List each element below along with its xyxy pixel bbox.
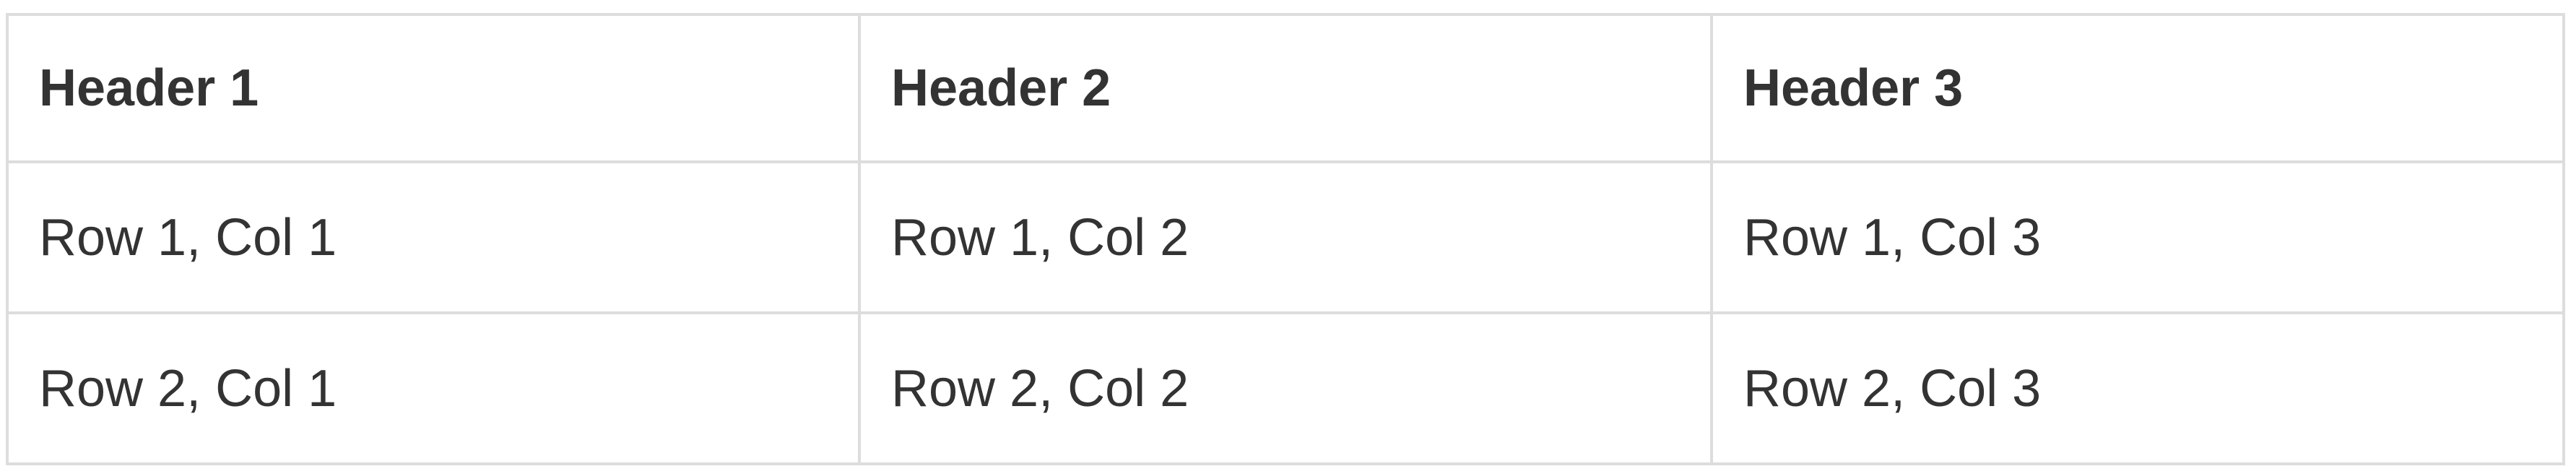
header-cell-1: Header 1	[6, 13, 861, 163]
table-body: Row 1, Col 1 Row 1, Col 2 Row 1, Col 3 R…	[6, 160, 2565, 465]
table-cell: Row 1, Col 2	[858, 160, 1713, 314]
table-row: Row 1, Col 1 Row 1, Col 2 Row 1, Col 3	[6, 160, 2565, 314]
header-row: Header 1 Header 2 Header 3	[6, 13, 2565, 163]
header-cell-2: Header 2	[858, 13, 1713, 163]
table-cell: Row 2, Col 3	[1710, 311, 2565, 465]
table-cell: Row 2, Col 1	[6, 311, 861, 465]
table-cell: Row 1, Col 3	[1710, 160, 2565, 314]
table-row: Row 2, Col 1 Row 2, Col 2 Row 2, Col 3	[6, 311, 2565, 465]
data-table: Header 1 Header 2 Header 3 Row 1, Col 1 …	[6, 13, 2565, 465]
table-header: Header 1 Header 2 Header 3	[6, 13, 2565, 163]
data-table-container: Header 1 Header 2 Header 3 Row 1, Col 1 …	[6, 13, 2565, 465]
table-cell: Row 1, Col 1	[6, 160, 861, 314]
header-cell-3: Header 3	[1710, 13, 2565, 163]
table-cell: Row 2, Col 2	[858, 311, 1713, 465]
